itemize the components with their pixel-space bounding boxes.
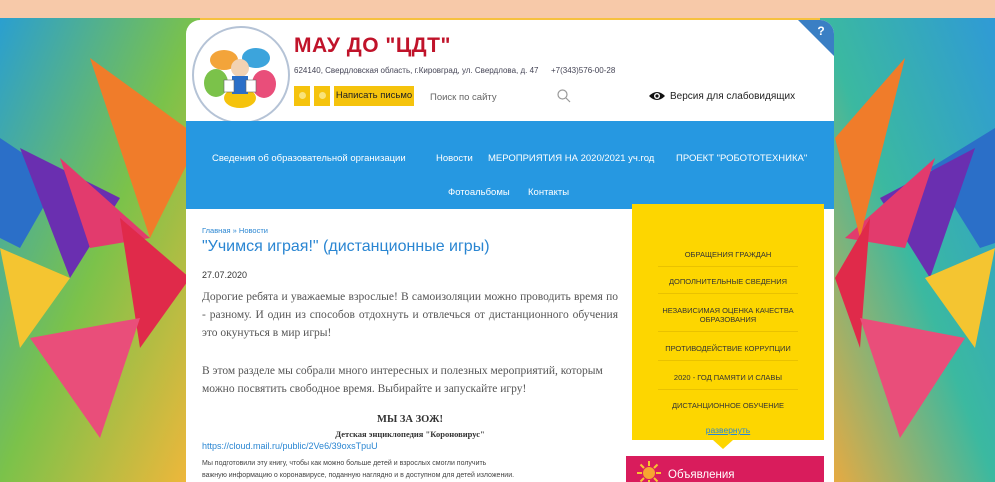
divider: [658, 331, 798, 332]
circle-icon: [318, 92, 326, 99]
sidebar-menu: ОБРАЩЕНИЯ ГРАЖДАН ДОПОЛНИТЕЛЬНЫЕ СВЕДЕНИ…: [632, 204, 824, 440]
article-paragraph: Дорогие ребята и уважаемые взрослые! В с…: [202, 291, 618, 339]
nav-item-events[interactable]: МЕРОПРИЯТИЯ НА 2020/2021 уч.год: [488, 153, 654, 164]
nav-item-contacts[interactable]: Контакты: [528, 187, 569, 198]
page-container: ? МАУ ДО "ЦДТ" 624140, Свердловская обла…: [186, 20, 834, 482]
question-icon[interactable]: ?: [814, 24, 828, 38]
circle-icon: [298, 92, 306, 99]
divider: [658, 389, 798, 390]
sidebar-item-distance-learning[interactable]: ДИСТАНЦИОННОЕ ОБУЧЕНИЕ: [640, 401, 816, 410]
search-icon[interactable]: [556, 88, 572, 104]
sidebar-item-quality-assessment[interactable]: НЕЗАВИСИМАЯ ОЦЕНКА КАЧЕСТВА ОБРАЗОВАНИЯ: [640, 306, 816, 324]
section-subheading: Детская энциклопедия "Короновирус": [335, 429, 485, 439]
sidebar-item-appeals[interactable]: ОБРАЩЕНИЯ ГРАЖДАН: [640, 250, 816, 259]
site-title[interactable]: МАУ ДО "ЦДТ": [294, 34, 451, 58]
external-link[interactable]: https://cloud.mail.ru/public/2Ve6/39oxsT…: [202, 441, 378, 451]
sidebar-item-anticorruption[interactable]: ПРОТИВОДЕЙСТВИЕ КОРРУПЦИИ: [640, 344, 816, 353]
top-strip: [0, 0, 995, 18]
font-size-button[interactable]: [294, 86, 310, 106]
announcements-label: Объявления: [668, 469, 735, 481]
breadcrumb-separator: »: [232, 226, 237, 235]
article-paragraph: В этом разделе мы собрали много интересн…: [202, 365, 603, 395]
main-nav: Сведения об образовательной организации …: [186, 121, 834, 209]
breadcrumb-home[interactable]: Главная: [202, 226, 231, 235]
low-vision-label: Версия для слабовидящих: [670, 91, 796, 102]
breadcrumb: Главная » Новости: [202, 226, 268, 235]
article-note: Мы подготовили эту книгу, чтобы как можн…: [202, 460, 487, 467]
nav-item-info[interactable]: Сведения об образовательной организации: [212, 153, 406, 164]
site-logo[interactable]: [192, 26, 290, 124]
site-address: 624140, Свердловская область, г.Кировгра…: [294, 66, 539, 75]
site-phone: +7(343)576-00-28: [551, 66, 616, 75]
nav-item-robotics[interactable]: ПРОЕКТ "РОБОТОТЕХНИКА": [676, 153, 807, 164]
nav-item-photo-albums[interactable]: Фотоальбомы: [448, 187, 510, 198]
nav-item-news[interactable]: Новости: [436, 153, 473, 164]
expand-link[interactable]: развернуть: [632, 425, 824, 435]
article-note: важную информацию о коронавирусе, поданн…: [202, 472, 515, 479]
sidebar-item-memory-year[interactable]: 2020 - ГОД ПАМЯТИ И СЛАВЫ: [640, 373, 816, 382]
breadcrumb-current[interactable]: Новости: [239, 226, 268, 235]
page-title: "Учимся играя!" (дистанционные игры): [202, 238, 490, 255]
announcements-banner[interactable]: Объявления: [626, 456, 824, 482]
sidebar-item-additional-info[interactable]: ДОПОЛНИТЕЛЬНЫЕ СВЕДЕНИЯ: [640, 277, 816, 286]
divider: [658, 266, 798, 267]
eye-icon: [649, 92, 665, 100]
post-date: 27.07.2020: [202, 270, 248, 280]
divider: [658, 360, 798, 361]
sun-icon: [637, 461, 661, 482]
write-letter-button[interactable]: Написать письмо: [334, 86, 414, 106]
section-heading: МЫ ЗА ЗОЖ!: [377, 414, 443, 425]
sidebar-pointer: [713, 440, 733, 449]
divider: [658, 293, 798, 294]
sitemap-button[interactable]: [314, 86, 330, 106]
